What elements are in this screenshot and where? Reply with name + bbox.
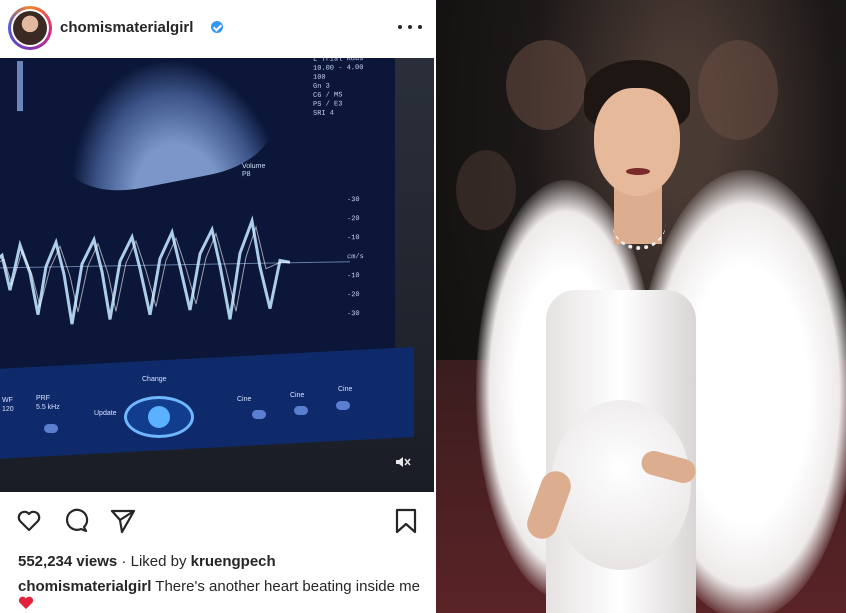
cine-label-3: Cine bbox=[338, 386, 353, 393]
ultrasound-image-wedge bbox=[51, 58, 279, 202]
post-username[interactable]: chomismaterialgirl bbox=[60, 19, 193, 36]
more-options-icon[interactable] bbox=[398, 18, 422, 36]
p2-button[interactable] bbox=[294, 406, 308, 415]
face bbox=[594, 88, 680, 196]
avatar-photo bbox=[13, 11, 47, 45]
cine-label-1: Cine bbox=[237, 396, 252, 403]
muted-speaker-icon[interactable] bbox=[394, 453, 412, 471]
heart-icon[interactable] bbox=[16, 508, 42, 534]
post-header: chomismaterialgirl bbox=[0, 0, 434, 58]
lips bbox=[626, 168, 650, 175]
cine-label-2: Cine bbox=[290, 392, 305, 399]
control-dial[interactable] bbox=[124, 396, 194, 438]
background-person bbox=[698, 40, 778, 140]
prf-label: PRF 5.5 kHz bbox=[36, 395, 60, 411]
p3-button[interactable] bbox=[336, 401, 350, 410]
background-person bbox=[506, 40, 586, 130]
post-caption: chomismaterialgirl There's another heart… bbox=[18, 578, 422, 612]
update-label: Update bbox=[94, 410, 117, 417]
liked-by-prefix: · Liked by bbox=[117, 553, 191, 570]
gain-bar bbox=[17, 60, 23, 112]
red-heart-emoji bbox=[18, 596, 34, 609]
bookmark-icon[interactable] bbox=[393, 508, 419, 534]
velocity-axis: -30 -20 -10 cm/s -10 -20 -30 bbox=[347, 196, 364, 319]
instagram-post: chomismaterialgirl L Trial Rdus 10.00 - … bbox=[0, 0, 434, 613]
views-line: 552,234 views · Liked by kruengpech bbox=[18, 553, 276, 570]
paper-plane-icon[interactable] bbox=[110, 508, 136, 534]
scan-parameters: L Trial Rdus 10.00 - 4.00 100 Gn 3 C6 / … bbox=[313, 58, 364, 118]
background-person bbox=[456, 150, 516, 230]
liked-by-user[interactable]: kruengpech bbox=[191, 553, 276, 570]
change-label: Change bbox=[142, 376, 167, 383]
post-media-ultrasound[interactable]: L Trial Rdus 10.00 - 4.00 100 Gn 3 C6 / … bbox=[0, 58, 434, 492]
verified-badge-icon bbox=[211, 21, 223, 33]
doppler-waveform bbox=[0, 215, 290, 325]
post-actions-bar bbox=[0, 492, 434, 548]
avatar[interactable] bbox=[8, 6, 52, 50]
ultrasound-monitor: L Trial Rdus 10.00 - 4.00 100 Gn 3 C6 / … bbox=[0, 58, 434, 492]
red-carpet-photo bbox=[436, 0, 846, 613]
views-count: 552,234 views bbox=[18, 553, 118, 570]
caption-text: There's another heart beating inside me bbox=[151, 578, 420, 595]
volume-label: Volume P8 bbox=[242, 162, 266, 179]
wf-label: WF 120 bbox=[2, 397, 14, 413]
comment-icon[interactable] bbox=[63, 508, 89, 534]
p1-button[interactable] bbox=[252, 410, 266, 419]
caption-username[interactable]: chomismaterialgirl bbox=[18, 578, 151, 595]
pregnant-belly bbox=[551, 400, 691, 570]
prf-knob[interactable] bbox=[44, 424, 58, 433]
